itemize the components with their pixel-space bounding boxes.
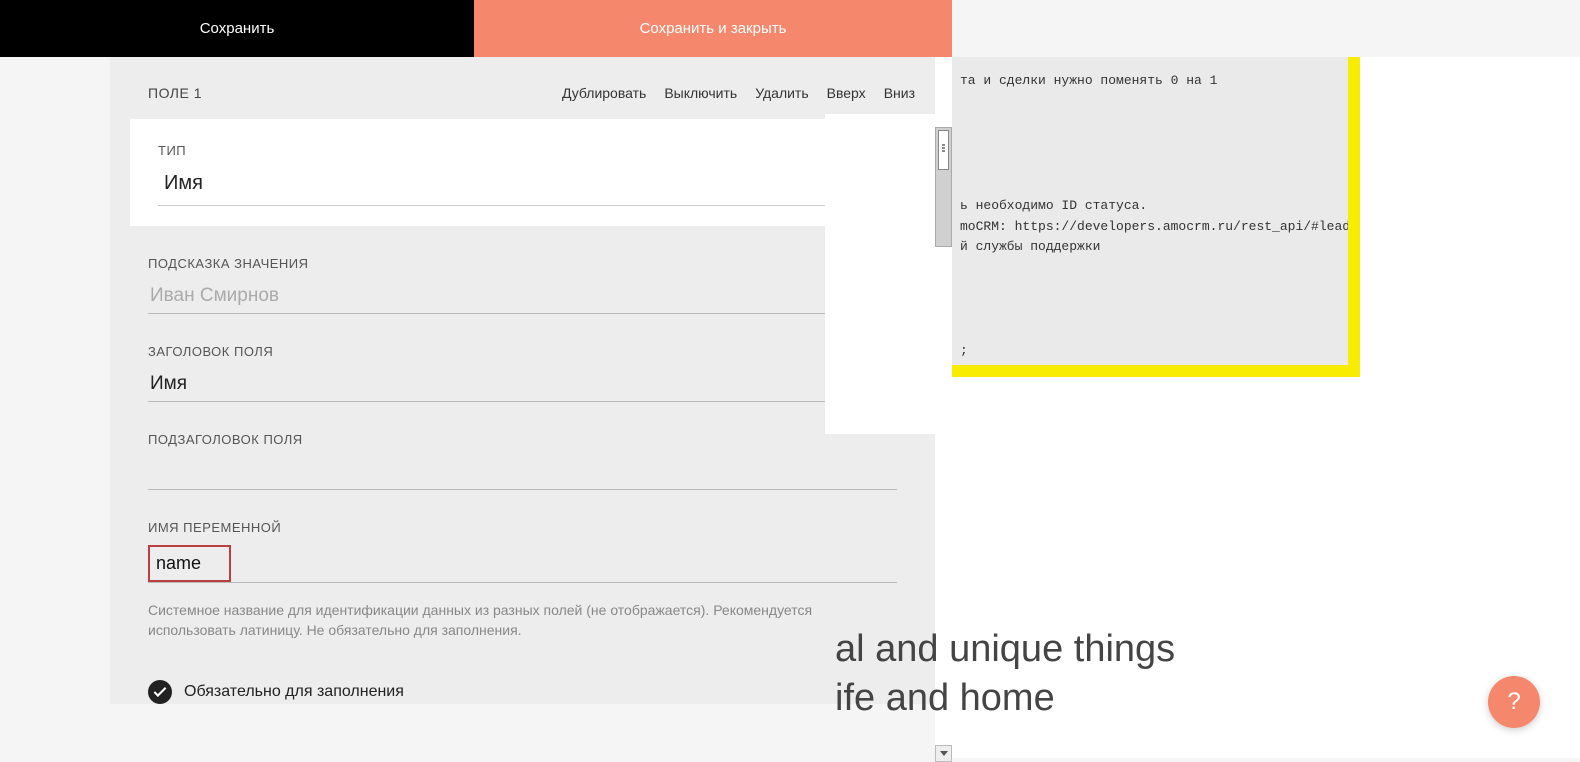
type-select-value: Имя	[164, 172, 203, 195]
scroll-handle[interactable]	[938, 130, 949, 170]
code-box: та и сделки нужно поменять 0 на 1 ь необ…	[952, 57, 1360, 377]
subtitle-label: ПОДЗАГОЛОВОК ПОЛЯ	[148, 432, 897, 447]
hint-label: ПОДСКАЗКА ЗНАЧЕНИЯ	[148, 256, 897, 271]
title-input[interactable]	[148, 367, 897, 402]
white-gap	[825, 114, 935, 434]
save-close-button[interactable]: Сохранить и закрыть	[474, 0, 952, 57]
check-icon	[148, 680, 172, 704]
title-label: ЗАГОЛОВОК ПОЛЯ	[148, 344, 897, 359]
variable-hint: Системное название для идентификации дан…	[148, 601, 897, 640]
move-up-action[interactable]: Вверх	[827, 85, 866, 101]
variable-label: ИМЯ ПЕРЕМЕННОЙ	[148, 520, 897, 535]
chevron-down-icon	[940, 751, 948, 756]
move-down-action[interactable]: Вниз	[884, 85, 915, 101]
subtitle-section: ПОДЗАГОЛОВОК ПОЛЯ	[110, 402, 935, 490]
form-panel: ПОЛЕ 1 Дублировать Выключить Удалить Вве…	[110, 57, 935, 704]
scroll-down-button[interactable]	[935, 745, 952, 762]
subtitle-input[interactable]	[148, 455, 897, 490]
hint-input[interactable]	[148, 279, 897, 314]
scrollbar[interactable]	[935, 127, 952, 247]
duplicate-action[interactable]: Дублировать	[562, 85, 646, 101]
help-button[interactable]: ?	[1488, 676, 1540, 728]
disable-action[interactable]: Выключить	[664, 85, 737, 101]
background-text: al and unique things ife and home	[835, 625, 1175, 724]
type-select[interactable]: Имя	[158, 166, 887, 206]
right-area: та и сделки нужно поменять 0 на 1 ь необ…	[935, 57, 1580, 758]
save-button[interactable]: Сохранить	[0, 0, 474, 57]
type-label: ТИП	[158, 143, 887, 158]
required-row[interactable]: Обязательно для заполнения	[110, 640, 935, 704]
required-label: Обязательно для заполнения	[184, 683, 404, 701]
title-section: ЗАГОЛОВОК ПОЛЯ	[110, 314, 935, 402]
variable-section: ИМЯ ПЕРЕМЕННОЙ name Системное название д…	[110, 490, 935, 640]
delete-action[interactable]: Удалить	[755, 85, 808, 101]
field-actions: Дублировать Выключить Удалить Вверх Вниз	[562, 85, 915, 101]
field-title: ПОЛЕ 1	[148, 85, 202, 101]
variable-input[interactable]: name	[148, 545, 231, 582]
hint-section: ПОДСКАЗКА ЗНАЧЕНИЯ	[110, 226, 935, 314]
type-section: ТИП Имя	[130, 119, 915, 226]
